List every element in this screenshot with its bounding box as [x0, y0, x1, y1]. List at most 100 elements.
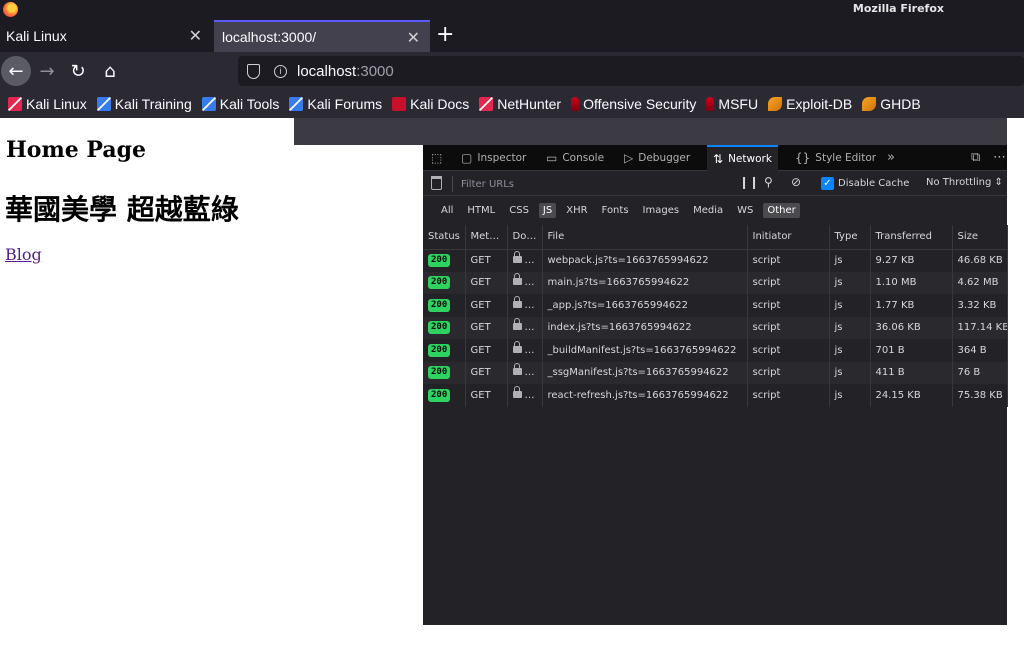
tab-kali-linux[interactable]: Kali Linux ✕	[0, 20, 212, 52]
table-row[interactable]: 200 GET … index.js?ts=1663765994622 script js…	[423, 316, 1008, 339]
transferred-cell: 24.15 KB	[870, 384, 953, 407]
column-header-size[interactable]: Size	[952, 225, 1008, 250]
back-button[interactable]: ←	[1, 56, 31, 86]
table-row[interactable]: 200 GET … main.js?ts=1663765994622 script js 1…	[423, 271, 1008, 294]
reload-button[interactable]: ↻	[63, 56, 93, 86]
column-header-domain[interactable]: Do…	[507, 225, 543, 250]
bookmarks-toolbar: Kali Linux Kali Training Kali Tools Kali…	[0, 90, 1024, 118]
disable-cache-label: Disable Cache	[838, 178, 910, 189]
filter-other[interactable]: Other	[763, 202, 800, 218]
column-header-status[interactable]: Status	[423, 225, 466, 250]
search-icon[interactable]: ⚲	[764, 175, 773, 189]
devtools-panel: ⬚ ▢ Inspector ▭ Console ▷ Debugger ⇅ Network…	[423, 145, 1008, 625]
initiator-cell: script	[747, 361, 830, 384]
filter-html[interactable]: HTML	[463, 203, 499, 218]
throttling-select[interactable]: No Throttling ⇕	[926, 177, 1003, 188]
type-cell: js	[829, 271, 871, 294]
bookmark-label: Kali Linux	[26, 96, 87, 112]
bookmark-nethunter[interactable]: NetHunter	[479, 96, 561, 112]
exploitdb-icon	[768, 97, 783, 111]
size-cell: 76 B	[952, 361, 1008, 384]
lock-icon	[512, 251, 522, 263]
bookmark-kali-forums[interactable]: Kali Forums	[289, 96, 382, 112]
firefox-logo-icon	[3, 2, 18, 17]
bookmark-ghdb[interactable]: GHDB	[862, 96, 921, 112]
tab-network[interactable]: ⇅ Network	[707, 145, 778, 171]
status-cell: 200	[423, 294, 466, 317]
filter-css[interactable]: CSS	[505, 203, 533, 218]
filter-all[interactable]: All	[437, 203, 457, 218]
menu-dots-icon[interactable]: ⋯	[993, 150, 1006, 165]
status-cell: 200	[423, 249, 466, 272]
method-cell: GET	[465, 316, 508, 339]
domain-cell: …	[507, 384, 543, 407]
forward-button[interactable]: →	[32, 56, 62, 86]
blog-link[interactable]: Blog	[5, 245, 42, 264]
filter-xhr[interactable]: XHR	[562, 203, 591, 218]
size-cell: 46.68 KB	[952, 249, 1008, 272]
request-type-filters: All HTML CSS JS XHR Fonts Images Media W…	[423, 197, 1007, 223]
filter-urls-input[interactable]	[459, 175, 749, 193]
bookmark-msfu[interactable]: MSFU	[706, 96, 758, 112]
bookmark-label: MSFU	[718, 96, 759, 112]
close-tab-icon[interactable]: ✕	[189, 26, 202, 46]
tab-localhost[interactable]: localhost:3000/ ✕	[214, 20, 430, 52]
tab-style-editor[interactable]: {} Style Editor	[791, 145, 880, 171]
url-port: :3000	[356, 62, 394, 80]
bookmark-kali-docs[interactable]: Kali Docs	[392, 96, 469, 112]
more-tools-chevron-icon[interactable]: »	[887, 150, 895, 165]
filter-media[interactable]: Media	[689, 203, 727, 218]
trash-icon[interactable]	[431, 176, 442, 190]
initiator-cell: script	[747, 294, 830, 317]
table-row[interactable]: 200 GET … _app.js?ts=1663765994622 script js 1…	[423, 294, 1008, 317]
filter-js[interactable]: JS	[538, 202, 557, 218]
new-tab-button[interactable]: +	[436, 22, 454, 48]
table-row[interactable]: 200 GET … _buildManifest.js?ts=166376599462…	[423, 339, 1008, 362]
info-icon[interactable]: i	[274, 64, 287, 78]
bookmark-kali-training[interactable]: Kali Training	[96, 96, 192, 112]
table-row[interactable]: 200 GET … webpack.js?ts=1663765994622 script…	[423, 249, 1008, 272]
column-header-initiator[interactable]: Initiator	[747, 225, 830, 250]
bookmark-exploit-db[interactable]: Exploit-DB	[768, 96, 852, 112]
column-header-method[interactable]: Met…	[465, 225, 508, 250]
home-button[interactable]: ⌂	[95, 56, 125, 86]
column-header-type[interactable]: Type	[829, 225, 871, 250]
file-cell: _app.js?ts=1663765994622	[542, 294, 748, 317]
filter-ws[interactable]: WS	[733, 203, 757, 218]
element-picker-icon[interactable]: ⬚	[431, 145, 447, 171]
bookmark-offensive-security[interactable]: Offensive Security	[571, 96, 696, 112]
lock-icon	[512, 385, 522, 398]
bookmark-kali-tools[interactable]: Kali Tools	[201, 96, 279, 112]
column-header-transferred[interactable]: Transferred	[870, 225, 953, 250]
initiator-cell: script	[747, 384, 830, 407]
size-cell: 3.32 KB	[952, 294, 1008, 317]
kali-icon	[8, 97, 22, 111]
kali-tools-icon	[201, 97, 216, 111]
column-header-file[interactable]: File	[542, 225, 748, 250]
tab-inspector[interactable]: ▢ Inspector	[457, 145, 530, 171]
shield-icon[interactable]	[247, 63, 260, 79]
block-icon[interactable]: ⊘	[791, 175, 801, 189]
filter-images[interactable]: Images	[639, 203, 684, 218]
pause-icon[interactable]: ❙❙	[739, 175, 759, 189]
tab-debugger[interactable]: ▷ Debugger	[620, 145, 694, 171]
method-cell: GET	[465, 339, 508, 362]
domain-cell: …	[507, 316, 543, 339]
file-cell: index.js?ts=1663765994622	[542, 316, 748, 339]
filter-fonts[interactable]: Fonts	[598, 203, 633, 218]
table-row[interactable]: 200 GET … _ssgManifest.js?ts=1663765994622 s…	[423, 361, 1008, 384]
method-cell: GET	[465, 294, 508, 317]
domain-cell: …	[507, 271, 543, 294]
dock-toggle-icon[interactable]: ⧉	[971, 150, 980, 165]
table-row[interactable]: 200 GET … react-refresh.js?ts=1663765994622…	[423, 384, 1008, 407]
disable-cache-checkbox[interactable]: ✓	[821, 177, 834, 190]
lock-icon	[512, 363, 522, 376]
tab-console[interactable]: ▭ Console	[542, 145, 608, 171]
bookmark-kali-linux[interactable]: Kali Linux	[8, 96, 87, 112]
close-tab-icon[interactable]: ✕	[407, 28, 420, 48]
transferred-cell: 36.06 KB	[870, 316, 953, 339]
bookmark-label: Kali Forums	[307, 96, 383, 112]
url-bar[interactable]: i localhost:3000	[238, 56, 1024, 86]
navigation-bar: ← → ↻ ⌂ i localhost:3000	[0, 52, 1024, 90]
file-cell: webpack.js?ts=1663765994622	[542, 249, 748, 272]
